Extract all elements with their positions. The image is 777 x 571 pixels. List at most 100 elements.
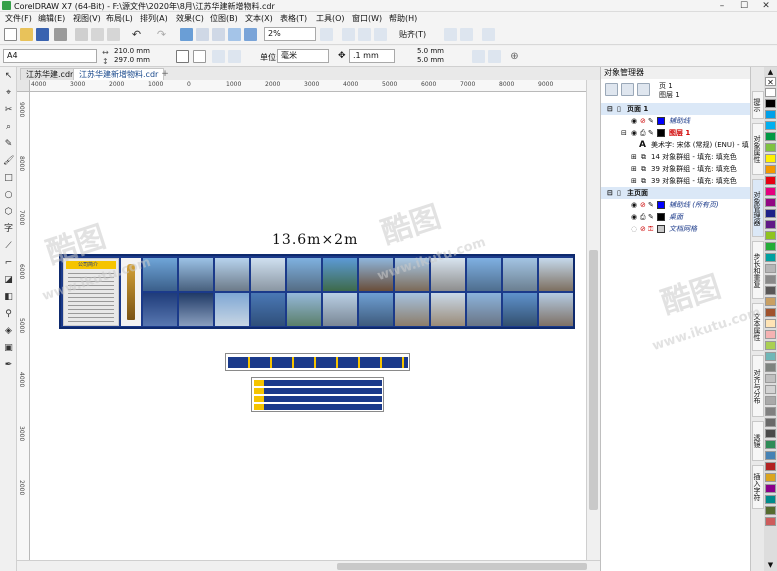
color-eyedropper-icon[interactable]: ⚲ bbox=[3, 309, 14, 320]
expand-icon[interactable]: ⊞ bbox=[631, 175, 637, 187]
maximize-icon[interactable]: ☐ bbox=[733, 0, 755, 12]
menu-table[interactable]: 表格(T) bbox=[280, 13, 307, 24]
doc-tab-1[interactable]: 江苏华建.cdr bbox=[20, 68, 80, 80]
paste-icon[interactable] bbox=[107, 28, 120, 41]
dock-tab-object-manager[interactable]: 对象管理器 bbox=[752, 179, 764, 237]
printer-icon[interactable]: ⎙ bbox=[640, 211, 646, 223]
open-icon[interactable] bbox=[20, 28, 33, 41]
horizontal-scroll-thumb[interactable] bbox=[337, 563, 587, 570]
ruler-origin[interactable] bbox=[17, 80, 30, 92]
palette-swatch[interactable] bbox=[765, 132, 776, 141]
landscape-icon[interactable] bbox=[193, 50, 206, 63]
transparency-tool-icon[interactable]: ◧ bbox=[3, 292, 14, 303]
palette-swatch[interactable] bbox=[765, 418, 776, 427]
expand-icon[interactable]: ⊟ bbox=[607, 187, 613, 199]
palette-swatch[interactable] bbox=[765, 110, 776, 119]
freehand-tool-icon[interactable]: ✎ bbox=[3, 139, 14, 150]
palette-swatch[interactable] bbox=[765, 209, 776, 218]
ellipse-tool-icon[interactable]: ○ bbox=[3, 190, 14, 201]
options-icon[interactable] bbox=[444, 28, 457, 41]
zoom-tool-icon[interactable]: ⌕ bbox=[3, 122, 14, 133]
print-icon[interactable] bbox=[54, 28, 67, 41]
palette-swatch[interactable] bbox=[765, 473, 776, 482]
add-document-icon[interactable]: + bbox=[159, 68, 171, 80]
polygon-tool-icon[interactable]: ⬡ bbox=[3, 207, 14, 218]
portrait-icon[interactable] bbox=[176, 50, 189, 63]
small-sign-artwork-2[interactable] bbox=[251, 377, 384, 412]
doc-tab-2[interactable]: 江苏华建新增物料.cdr bbox=[73, 68, 165, 80]
horizontal-scrollbar[interactable] bbox=[17, 560, 600, 571]
tree-group-39b[interactable]: ⊞ ⧉ 39 对象群组 - 填充: 填充色 bbox=[601, 175, 751, 187]
visibility-icon[interactable]: ◉ bbox=[631, 115, 637, 127]
undo-icon[interactable]: ↶ bbox=[130, 28, 143, 41]
menu-file[interactable]: 文件(F) bbox=[5, 13, 32, 24]
palette-swatch[interactable] bbox=[765, 143, 776, 152]
menu-tools[interactable]: 工具(O) bbox=[316, 13, 345, 24]
palette-swatch[interactable] bbox=[765, 506, 776, 515]
redo-icon[interactable]: ↷ bbox=[155, 28, 168, 41]
tree-artistic-text[interactable]: A 美术字: 宋体 (常规) (ENU) - 填 bbox=[601, 139, 751, 151]
menu-effects[interactable]: 效果(C) bbox=[176, 13, 204, 24]
page-width-field[interactable]: 210.0 mm bbox=[111, 47, 161, 56]
tree-page-1[interactable]: ⊟ ▯ 页面 1 bbox=[601, 103, 751, 115]
small-sign-artwork-1[interactable] bbox=[225, 353, 410, 371]
palette-swatch[interactable] bbox=[765, 352, 776, 361]
palette-swatch[interactable] bbox=[765, 330, 776, 339]
import-icon[interactable] bbox=[196, 28, 209, 41]
palette-swatch[interactable] bbox=[765, 440, 776, 449]
palette-swatch[interactable] bbox=[765, 242, 776, 251]
connector-tool-icon[interactable]: ⌐ bbox=[3, 258, 14, 269]
dock-tab-lens[interactable]: 透镜 bbox=[752, 421, 764, 461]
current-page-icon[interactable] bbox=[228, 50, 241, 63]
palette-swatch[interactable] bbox=[765, 396, 776, 405]
nudge-distance-field[interactable]: .1 mm bbox=[349, 49, 395, 63]
interactive-fill-icon[interactable]: ◈ bbox=[3, 326, 14, 337]
full-screen-icon[interactable] bbox=[320, 28, 333, 41]
cut-icon[interactable] bbox=[75, 28, 88, 41]
menu-bitmaps[interactable]: 位图(B) bbox=[210, 13, 238, 24]
page-height-field[interactable]: 297.0 mm bbox=[111, 56, 161, 65]
visibility-icon[interactable]: ◉ bbox=[631, 199, 637, 211]
shape-tool-icon[interactable]: ⌖ bbox=[3, 88, 14, 99]
dock-tab-hints[interactable]: 提示 bbox=[752, 91, 764, 119]
show-grid-icon[interactable] bbox=[358, 28, 371, 41]
settings-icon[interactable] bbox=[460, 28, 473, 41]
quick-customize-icon[interactable]: ⊕ bbox=[508, 50, 521, 63]
search-content-icon[interactable] bbox=[180, 28, 193, 41]
menu-help[interactable]: 帮助(H) bbox=[389, 13, 417, 24]
duplicate-x-field[interactable]: 5.0 mm bbox=[414, 47, 462, 56]
print-off-icon[interactable]: ⊘ bbox=[640, 199, 646, 211]
palette-swatch[interactable] bbox=[765, 341, 776, 350]
outline-pen-icon[interactable]: ✒ bbox=[3, 360, 14, 371]
page-as-current-icon[interactable] bbox=[472, 50, 485, 63]
dock-tab-step-repeat[interactable]: 步长和重复 bbox=[752, 241, 764, 299]
dock-tab-insert-character[interactable]: 插入字符 bbox=[752, 465, 764, 509]
smart-fill-icon[interactable]: ▣ bbox=[3, 343, 14, 354]
menu-arrange[interactable]: 排列(A) bbox=[140, 13, 168, 24]
palette-swatch[interactable] bbox=[765, 319, 776, 328]
palette-swatch[interactable] bbox=[765, 286, 776, 295]
tree-desktop[interactable]: ◉ ⎙ ✎ 桌面 bbox=[601, 211, 751, 223]
export-icon[interactable] bbox=[212, 28, 225, 41]
printer-icon[interactable]: ⎙ bbox=[640, 127, 646, 139]
layer-manager-view-icon[interactable] bbox=[621, 83, 634, 96]
artistic-media-icon[interactable]: 🖌 bbox=[3, 156, 14, 167]
print-off-icon[interactable]: ⊘ bbox=[640, 223, 646, 235]
menu-edit[interactable]: 编辑(E) bbox=[38, 13, 65, 24]
tree-guides-all-pages[interactable]: ◉ ⊘ ✎ 辅助线 (所有页) bbox=[601, 199, 751, 211]
palette-swatch[interactable] bbox=[765, 374, 776, 383]
palette-swatch[interactable] bbox=[765, 99, 776, 108]
print-off-icon[interactable]: ⊘ bbox=[640, 115, 646, 127]
palette-swatch[interactable] bbox=[765, 297, 776, 306]
tree-layer-1[interactable]: ⊟ ◉ ⎙ ✎ 图层 1 bbox=[601, 127, 751, 139]
publish-pdf-icon[interactable] bbox=[228, 28, 241, 41]
palette-swatch[interactable] bbox=[765, 198, 776, 207]
expand-icon[interactable]: ⊟ bbox=[607, 103, 613, 115]
dock-tab-align-distribute[interactable]: 对齐与分布 bbox=[752, 355, 764, 417]
duplicate-y-field[interactable]: 5.0 mm bbox=[414, 56, 462, 65]
expand-icon[interactable]: ⊞ bbox=[631, 151, 637, 163]
rectangle-tool-icon[interactable]: □ bbox=[3, 173, 14, 184]
palette-swatch[interactable] bbox=[765, 220, 776, 229]
drawing-canvas[interactable]: 13.6m×2m 公司简介 bbox=[30, 92, 586, 560]
palette-swatch[interactable] bbox=[765, 451, 776, 460]
